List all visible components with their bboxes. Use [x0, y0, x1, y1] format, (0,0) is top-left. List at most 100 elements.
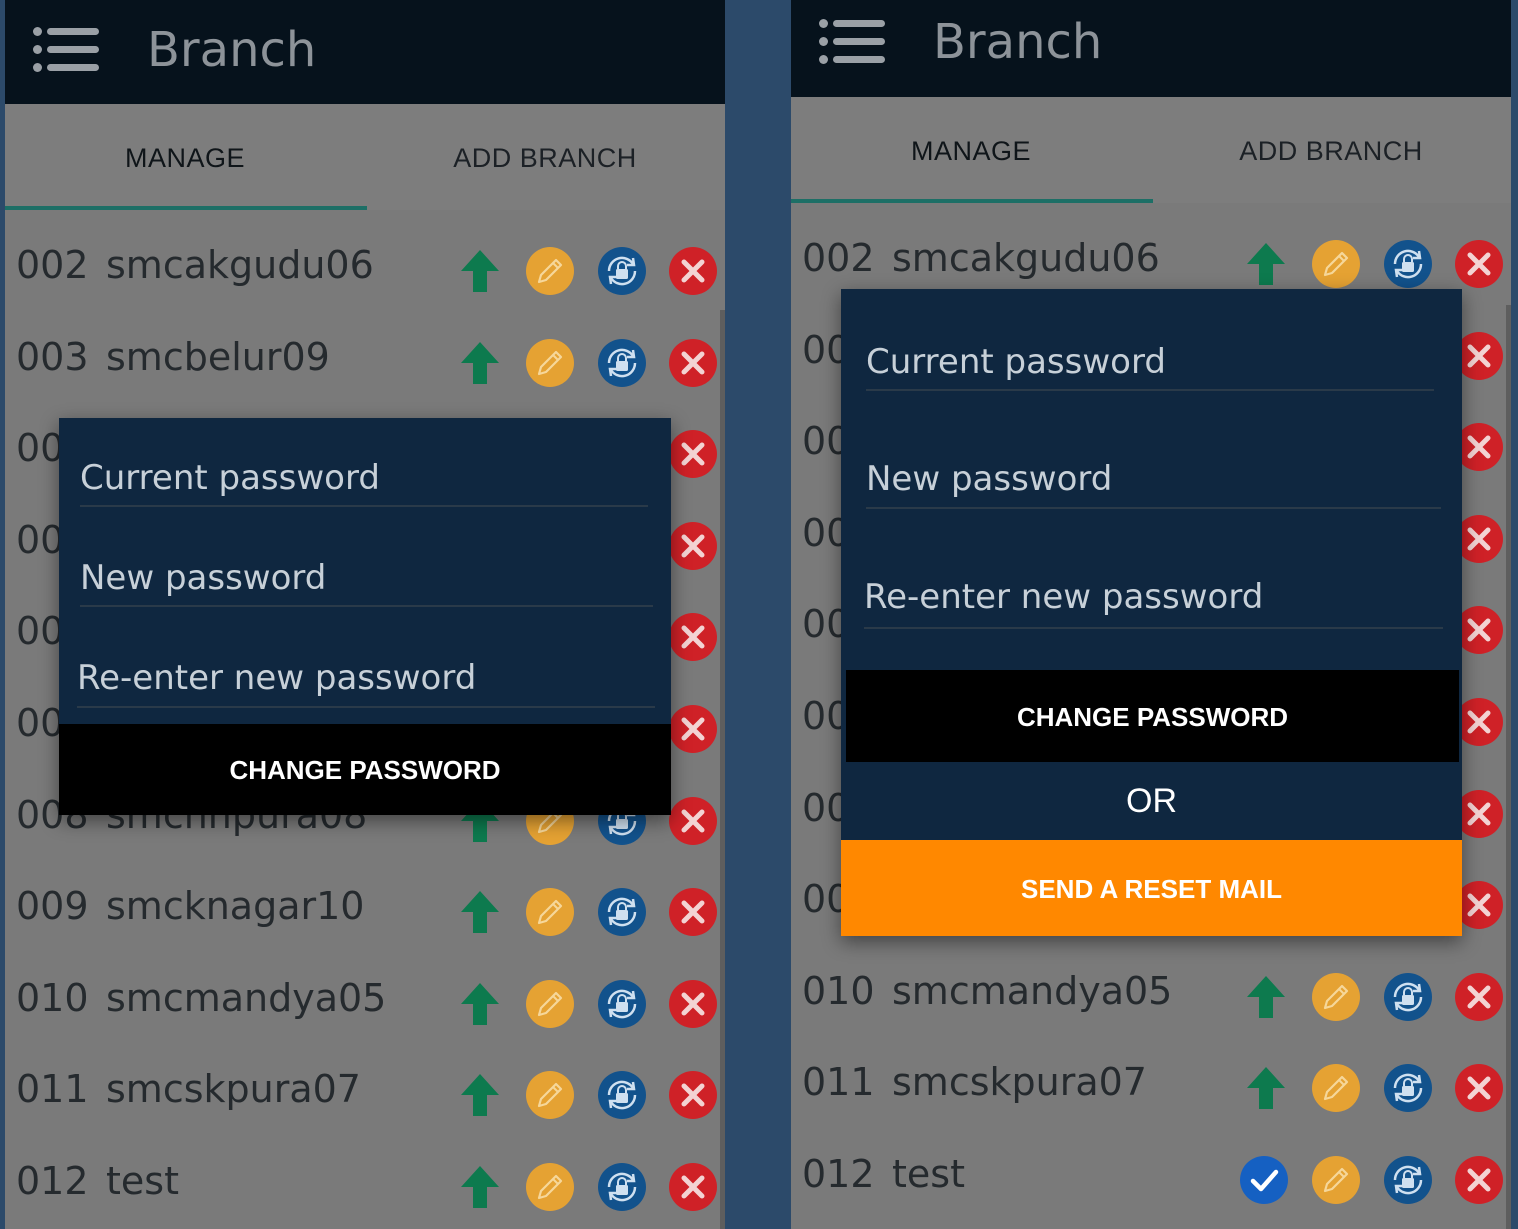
branch-name: smcbelur09	[106, 334, 330, 379]
app-bar: Branch	[791, 0, 1511, 97]
delete-x-icon[interactable]	[668, 704, 718, 754]
reenter-password-field[interactable]: Re-enter new password	[864, 573, 1443, 629]
delete-x-icon[interactable]	[668, 796, 718, 846]
delete-x-icon[interactable]	[668, 1162, 718, 1212]
change-password-button[interactable]: CHANGE PASSWORD	[59, 724, 671, 815]
verified-check-icon[interactable]	[1239, 1155, 1289, 1205]
delete-x-icon[interactable]	[668, 521, 718, 571]
tab-add-branch[interactable]: ADD BRANCH	[1151, 97, 1511, 203]
delete-x-icon[interactable]	[1454, 1155, 1504, 1205]
reset-password-lock-icon[interactable]	[1383, 239, 1433, 289]
promote-arrow-up-icon[interactable]	[1241, 1063, 1291, 1113]
branch-name: smcskpura07	[892, 1060, 1147, 1105]
branch-number: 010	[802, 968, 875, 1013]
branch-row[interactable]: 011 smcskpura07	[5, 1049, 725, 1141]
delete-x-icon[interactable]	[668, 338, 718, 388]
branch-number: 009	[16, 884, 89, 929]
delete-x-icon[interactable]	[668, 246, 718, 296]
promote-arrow-up-icon[interactable]	[455, 1162, 505, 1212]
reenter-password-placeholder: Re-enter new password	[864, 577, 1264, 617]
reset-password-lock-icon[interactable]	[597, 1070, 647, 1120]
reset-password-lock-icon[interactable]	[597, 1162, 647, 1212]
reset-password-lock-icon[interactable]	[597, 246, 647, 296]
branch-row[interactable]: 011 smcskpura07	[791, 1042, 1511, 1134]
reset-password-lock-icon[interactable]	[597, 979, 647, 1029]
reset-password-lock-icon[interactable]	[1383, 972, 1433, 1022]
new-password-placeholder: New password	[80, 558, 327, 598]
tab-bar: MANAGE ADD BRANCH	[791, 97, 1511, 203]
promote-arrow-up-icon[interactable]	[1241, 972, 1291, 1022]
delete-x-icon[interactable]	[668, 979, 718, 1029]
delete-x-icon[interactable]	[1454, 1063, 1504, 1113]
branch-name: test	[106, 1159, 179, 1203]
tab-add-branch[interactable]: ADD BRANCH	[365, 104, 725, 210]
promote-arrow-up-icon[interactable]	[455, 979, 505, 1029]
branch-number: 011	[16, 1067, 89, 1112]
change-password-button[interactable]: CHANGE PASSWORD	[846, 670, 1459, 762]
or-separator: OR	[1126, 782, 1177, 820]
branch-name: test	[892, 1152, 965, 1196]
edit-pencil-icon[interactable]	[525, 1070, 575, 1120]
edit-pencil-icon[interactable]	[525, 1162, 575, 1212]
reset-password-lock-icon[interactable]	[597, 887, 647, 937]
delete-x-icon[interactable]	[668, 1070, 718, 1120]
delete-x-icon[interactable]	[668, 612, 718, 662]
branch-number: 011	[802, 1060, 875, 1105]
hamburger-menu-icon[interactable]	[33, 24, 101, 76]
reset-password-lock-icon[interactable]	[1383, 1155, 1433, 1205]
new-password-field[interactable]: New password	[866, 455, 1441, 509]
branch-row[interactable]: 012 test	[791, 1134, 1511, 1226]
branch-name: smcmandya05	[106, 975, 387, 1020]
branch-row[interactable]: 003 smcbelur09	[5, 317, 725, 409]
promote-arrow-up-icon[interactable]	[455, 887, 505, 937]
delete-x-icon[interactable]	[1454, 239, 1504, 289]
promote-arrow-up-icon[interactable]	[455, 246, 505, 296]
new-password-placeholder: New password	[866, 459, 1113, 499]
change-password-dialog: Current password New password Re-enter n…	[841, 289, 1462, 936]
branch-row[interactable]: 010 smcmandya05	[791, 951, 1511, 1043]
promote-arrow-up-icon[interactable]	[1241, 239, 1291, 289]
tab-indicator	[791, 199, 1153, 203]
reenter-password-placeholder: Re-enter new password	[77, 658, 477, 698]
promote-arrow-up-icon[interactable]	[455, 1070, 505, 1120]
delete-x-icon[interactable]	[668, 887, 718, 937]
reenter-password-field[interactable]: Re-enter new password	[77, 654, 655, 708]
edit-pencil-icon[interactable]	[525, 338, 575, 388]
delete-x-icon[interactable]	[1454, 972, 1504, 1022]
branch-name: smcmandya05	[892, 968, 1173, 1013]
tab-indicator	[5, 206, 367, 210]
branch-row[interactable]: 009 smcknagar10	[5, 866, 725, 958]
branch-number: 012	[16, 1159, 89, 1203]
reset-password-lock-icon[interactable]	[597, 338, 647, 388]
branch-number: 00	[16, 701, 65, 745]
promote-arrow-up-icon[interactable]	[455, 338, 505, 388]
branch-number: 002	[802, 236, 875, 280]
branch-number: 00	[16, 517, 65, 562]
new-password-field[interactable]: New password	[80, 556, 653, 607]
change-password-dialog: Current password New password Re-enter n…	[59, 418, 671, 815]
edit-pencil-icon[interactable]	[525, 979, 575, 1029]
tab-manage[interactable]: MANAGE	[791, 97, 1151, 203]
branch-row[interactable]: 010 smcmandya05	[5, 958, 725, 1050]
send-reset-mail-button[interactable]: SEND A RESET MAIL	[841, 840, 1462, 936]
edit-pencil-icon[interactable]	[1311, 1155, 1361, 1205]
edit-pencil-icon[interactable]	[525, 887, 575, 937]
branch-name: smcknagar10	[106, 884, 365, 929]
edit-pencil-icon[interactable]	[1311, 1063, 1361, 1113]
branch-name: smcakgudu06	[106, 243, 374, 287]
delete-x-icon[interactable]	[668, 429, 718, 479]
edit-pencil-icon[interactable]	[525, 246, 575, 296]
edit-pencil-icon[interactable]	[1311, 239, 1361, 289]
current-password-field[interactable]: Current password	[866, 338, 1434, 391]
branch-number: 010	[16, 975, 89, 1020]
tab-manage[interactable]: MANAGE	[5, 104, 365, 210]
branch-name: smcskpura07	[106, 1067, 361, 1112]
branch-row[interactable]: 012 test	[5, 1141, 725, 1229]
branch-row[interactable]: 002 smcakgudu06	[5, 225, 725, 317]
current-password-field[interactable]: Current password	[80, 454, 648, 507]
tab-bar: MANAGE ADD BRANCH	[5, 104, 725, 210]
hamburger-menu-icon[interactable]	[819, 16, 887, 68]
branch-number: 012	[802, 1152, 875, 1196]
edit-pencil-icon[interactable]	[1311, 972, 1361, 1022]
reset-password-lock-icon[interactable]	[1383, 1063, 1433, 1113]
